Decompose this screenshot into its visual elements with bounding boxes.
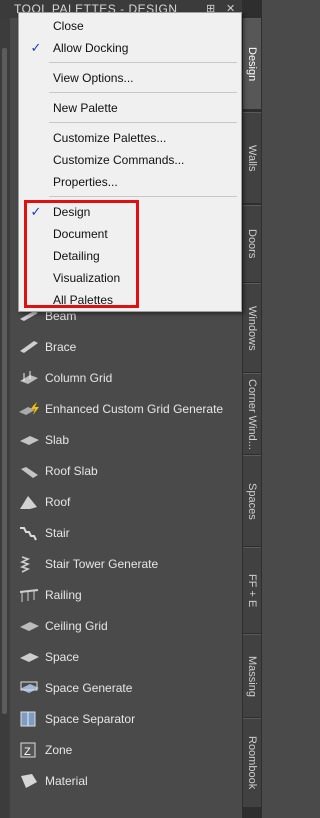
- tool-item[interactable]: Ceiling Grid: [10, 612, 242, 640]
- tool-item[interactable]: Space: [10, 643, 242, 671]
- tab-corner-wind[interactable]: Corner Wind...: [243, 373, 261, 454]
- tab-label: Spaces: [246, 482, 258, 520]
- tool-item[interactable]: Roof Slab: [10, 457, 242, 485]
- tool-label: Roof: [45, 495, 71, 509]
- tool-label: Space Generate: [45, 681, 133, 695]
- tool-label: Slab: [45, 433, 70, 447]
- menu-item-close[interactable]: Close: [19, 15, 241, 37]
- tool-item[interactable]: Material: [10, 767, 242, 795]
- slab-icon: [18, 431, 40, 449]
- palette-tab-strip: Design Walls Doors Windows Corner Wind... Spa…: [242, 0, 262, 818]
- tool-label: Stair Tower Generate: [45, 557, 159, 571]
- tool-item[interactable]: Slab: [10, 426, 242, 454]
- menu-separator: [49, 122, 237, 123]
- tool-item[interactable]: Space Separator: [10, 705, 242, 733]
- space-separator-icon: [18, 710, 40, 728]
- menu-item-label: Customize Commands...: [53, 153, 185, 167]
- tool-label: Enhanced Custom Grid Generate: [45, 402, 224, 416]
- tool-item[interactable]: Roof: [10, 488, 242, 516]
- tool-label: Ceiling Grid: [45, 619, 108, 633]
- space-icon: [18, 648, 40, 666]
- tool-label: Roof Slab: [45, 464, 98, 478]
- menu-item-properties[interactable]: Properties...: [19, 171, 241, 193]
- stair-tower-icon: [18, 555, 40, 573]
- tab-label: Walls: [246, 144, 258, 172]
- roof-icon: [18, 493, 40, 511]
- checkmark-icon: ✓: [30, 40, 42, 55]
- menu-item-label: View Options...: [53, 71, 134, 85]
- menu-separator: [49, 196, 237, 197]
- tool-label: Brace: [45, 340, 77, 354]
- brace-icon: [18, 338, 40, 356]
- tab-label: Roombook: [246, 736, 258, 790]
- tool-label: Space Separator: [45, 712, 136, 726]
- zone-icon: Z: [18, 741, 40, 759]
- roof-slab-icon: [18, 462, 40, 480]
- menu-separator: [49, 92, 237, 93]
- tab-design[interactable]: Design: [243, 18, 261, 109]
- scrollbar-thumb[interactable]: [2, 48, 7, 714]
- tab-label: Windows: [246, 305, 258, 351]
- tool-label: Space: [45, 650, 80, 664]
- tab-doors[interactable]: Doors: [243, 205, 261, 282]
- tool-label: Zone: [45, 743, 73, 757]
- menu-item-customize-palettes[interactable]: Customize Palettes...: [19, 127, 241, 149]
- menu-item-label: Close: [53, 19, 84, 33]
- menu-item-customize-commands[interactable]: Customize Commands...: [19, 149, 241, 171]
- tab-label: Corner Wind...: [246, 378, 258, 450]
- ceiling-grid-icon: [18, 617, 40, 635]
- tool-item[interactable]: Enhanced Custom Grid Generate: [10, 395, 242, 423]
- menu-item-label: Customize Palettes...: [53, 131, 167, 145]
- tool-label: Column Grid: [45, 371, 113, 385]
- column-grid-icon: [18, 369, 40, 387]
- menu-item-label: Properties...: [53, 175, 118, 189]
- tool-item[interactable]: Z Zone: [10, 736, 242, 764]
- tool-item[interactable]: Stair Tower Generate: [10, 550, 242, 578]
- tab-massing[interactable]: Massing: [243, 634, 261, 717]
- menu-item-new-palette[interactable]: New Palette: [19, 97, 241, 119]
- tab-label: Design: [246, 46, 258, 82]
- palette-scrollbar[interactable]: [0, 18, 10, 818]
- tool-label: Stair: [45, 526, 70, 540]
- tool-label: Railing: [45, 588, 82, 602]
- menu-item-label: New Palette: [53, 101, 118, 115]
- tool-item[interactable]: Space Generate: [10, 674, 242, 702]
- tab-label: Massing: [246, 655, 258, 697]
- tab-ff-e[interactable]: FF + E: [243, 547, 261, 633]
- tab-roombook[interactable]: Roombook: [243, 718, 261, 807]
- menu-item-view-options[interactable]: View Options...: [19, 67, 241, 89]
- menu-separator: [49, 62, 237, 63]
- tool-item[interactable]: Railing: [10, 581, 242, 609]
- tool-item[interactable]: Stair: [10, 519, 242, 547]
- tab-windows[interactable]: Windows: [243, 283, 261, 372]
- tool-item[interactable]: Brace: [10, 333, 242, 361]
- stair-icon: [18, 524, 40, 542]
- tab-label: Doors: [246, 229, 258, 259]
- railing-icon: [18, 586, 40, 604]
- menu-item-label: Allow Docking: [53, 41, 129, 55]
- tab-label: FF + E: [246, 573, 258, 608]
- material-icon: [18, 772, 40, 790]
- svg-text:Z: Z: [24, 746, 31, 758]
- grid-generate-icon: [18, 400, 40, 418]
- tab-walls[interactable]: Walls: [243, 112, 261, 203]
- tool-item[interactable]: Column Grid: [10, 364, 242, 392]
- tab-spaces[interactable]: Spaces: [243, 455, 261, 546]
- menu-item-allow-docking[interactable]: ✓ Allow Docking: [19, 37, 241, 59]
- highlight-box: [24, 200, 139, 308]
- tool-label: Material: [45, 774, 88, 788]
- space-generate-icon: [18, 679, 40, 697]
